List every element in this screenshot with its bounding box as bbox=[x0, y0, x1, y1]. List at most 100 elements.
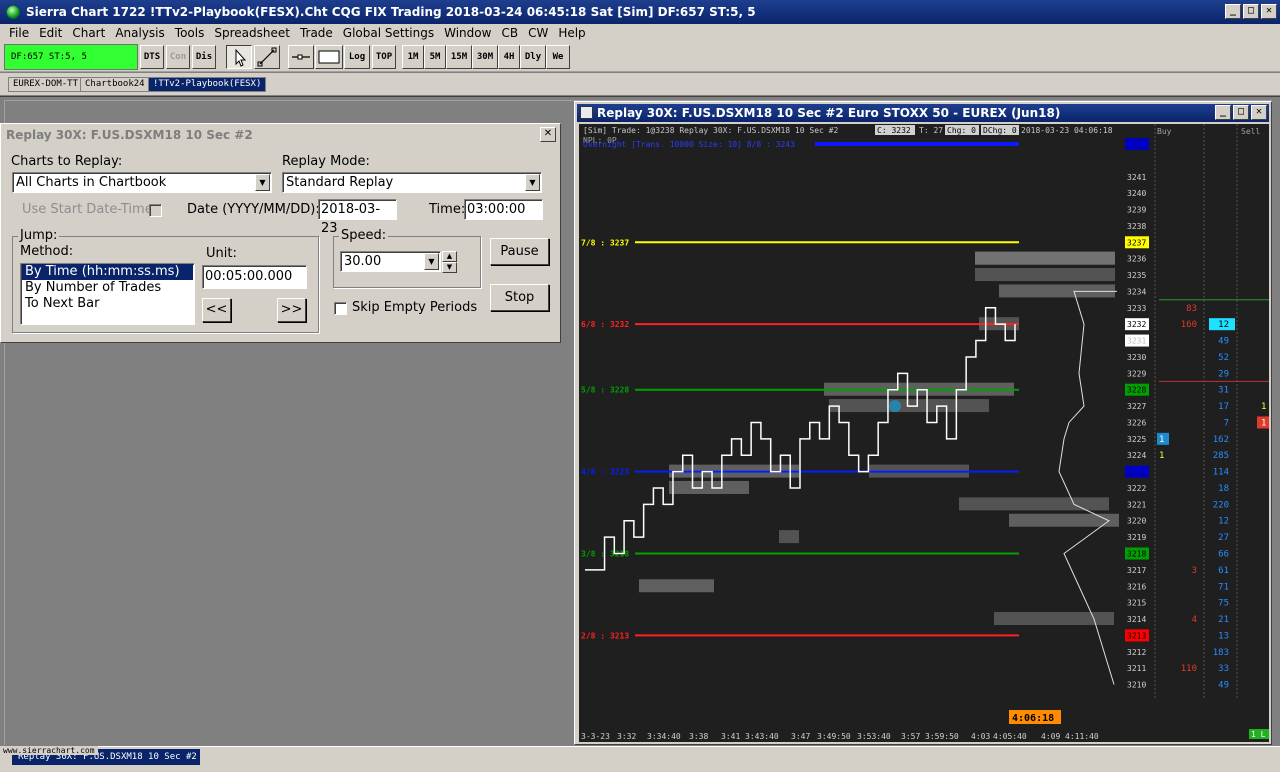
jump-method-list[interactable]: By Time (hh:mm:ss.ms) By Number of Trade… bbox=[20, 263, 195, 325]
sierrachart-watermark: www.sierrachart.com bbox=[0, 746, 98, 755]
profile-band bbox=[959, 497, 1109, 511]
price-scale-label: 3230 bbox=[1127, 353, 1146, 362]
dom-ask-size: 4 bbox=[1192, 615, 1197, 625]
horizontal-line-tool-button[interactable] bbox=[288, 45, 314, 69]
profile-band bbox=[779, 530, 799, 544]
menu-global-settings[interactable]: Global Settings bbox=[338, 26, 439, 40]
chart-window-title-bar: Replay 30X: F.US.DSXM18 10 Sec #2 Euro S… bbox=[577, 104, 1269, 122]
method-by-time[interactable]: By Time (hh:mm:ss.ms) bbox=[22, 264, 193, 280]
chartbook-tab-eurex-dom[interactable]: EUREX-DOM-TT bbox=[8, 77, 84, 92]
dom-bid-size: 1 bbox=[1159, 435, 1164, 445]
price-scale-label: 3210 bbox=[1127, 681, 1146, 690]
dom-volume: 12 bbox=[1218, 517, 1229, 527]
dom-sell-size: 1 bbox=[1261, 402, 1266, 412]
cursor-arrow-icon bbox=[235, 48, 247, 67]
dom-volume: 29 bbox=[1218, 369, 1229, 379]
charts-to-replay-select[interactable]: All Charts in Chartbook ▼ bbox=[12, 172, 272, 193]
trade-marker bbox=[889, 400, 901, 413]
menu-cb[interactable]: CB bbox=[496, 26, 523, 40]
timeframe-15m-button[interactable]: 15M bbox=[446, 45, 472, 69]
pointer-tool-button[interactable] bbox=[226, 45, 252, 69]
stop-button[interactable]: Stop bbox=[490, 284, 549, 311]
close-button[interactable]: ✕ bbox=[1261, 4, 1277, 19]
chart-maximize-button[interactable]: □ bbox=[1233, 105, 1249, 120]
x-axis-label: 3:59:50 bbox=[925, 732, 959, 741]
top-button[interactable]: TOP bbox=[372, 45, 396, 69]
jump-back-button[interactable]: << bbox=[202, 298, 231, 322]
rectangle-icon bbox=[318, 50, 340, 64]
pl-indicator: 1 L bbox=[1251, 730, 1266, 739]
chartbook-tab-chartbook24[interactable]: Chartbook24 bbox=[80, 77, 150, 92]
log-scale-button[interactable]: Log bbox=[344, 45, 370, 69]
menu-file[interactable]: File bbox=[4, 26, 34, 40]
time-input[interactable]: 03:00:00 bbox=[464, 199, 543, 220]
timeframe-daily-button[interactable]: Dly bbox=[520, 45, 546, 69]
dts-button[interactable]: DTS bbox=[140, 45, 164, 69]
connect-button[interactable]: Con bbox=[166, 45, 190, 69]
menu-tools[interactable]: Tools bbox=[170, 26, 210, 40]
price-scale-label: 3223 bbox=[1127, 468, 1146, 477]
timeframe-5m-button[interactable]: 5M bbox=[424, 45, 446, 69]
date-input[interactable]: 2018-03-23 bbox=[318, 199, 397, 236]
line-tool-button[interactable] bbox=[254, 45, 280, 69]
menu-cw[interactable]: CW bbox=[523, 26, 553, 40]
method-next-bar[interactable]: To Next Bar bbox=[22, 296, 193, 312]
menu-help[interactable]: Help bbox=[553, 26, 590, 40]
maximize-button[interactable]: □ bbox=[1243, 4, 1259, 19]
price-scale-label: 3216 bbox=[1127, 582, 1146, 591]
info-dchg: DChg: 0 bbox=[983, 126, 1017, 135]
skip-empty-periods-checkbox[interactable] bbox=[334, 302, 347, 315]
chart-area[interactable]: [Sim] Trade: 1@3238 Replay 30X: F.US.DSX… bbox=[579, 124, 1269, 742]
dom-volume: 21 bbox=[1218, 615, 1229, 625]
info-bar-text: [Sim] Trade: 1@3238 Replay 30X: F.US.DSX… bbox=[583, 126, 838, 135]
x-axis-label: 4:11:40 bbox=[1065, 732, 1099, 741]
chart-minimize-button[interactable]: _ bbox=[1215, 105, 1231, 120]
timeframe-weekly-button[interactable]: We bbox=[546, 45, 570, 69]
menu-chart[interactable]: Chart bbox=[67, 26, 110, 40]
timeframe-30m-button[interactable]: 30M bbox=[472, 45, 498, 69]
price-chart[interactable]: [Sim] Trade: 1@3238 Replay 30X: F.US.DSX… bbox=[579, 124, 1269, 742]
pause-button[interactable]: Pause bbox=[490, 238, 549, 265]
menu-analysis[interactable]: Analysis bbox=[110, 26, 169, 40]
menu-trade[interactable]: Trade bbox=[295, 26, 338, 40]
current-time-label: 4:06:18 bbox=[1012, 713, 1054, 724]
disconnect-button[interactable]: Dis bbox=[192, 45, 216, 69]
minimize-button[interactable]: _ bbox=[1225, 4, 1241, 19]
horizontal-line-icon bbox=[292, 54, 310, 60]
price-scale-label: 3226 bbox=[1127, 418, 1146, 427]
menu-edit[interactable]: Edit bbox=[34, 26, 67, 40]
x-axis-label: 3:38 bbox=[689, 732, 708, 741]
price-scale-label: 3236 bbox=[1127, 255, 1146, 264]
chart-close-button[interactable]: ✕ bbox=[1251, 105, 1267, 120]
speed-up-button[interactable]: ▲ bbox=[442, 251, 457, 262]
chartbook-tab-bar: EUREX-DOM-TT Chartbook24 !TTv2-Playbook(… bbox=[0, 73, 1280, 95]
menu-spreadsheet[interactable]: Spreadsheet bbox=[209, 26, 295, 40]
line-drawing-icon bbox=[257, 47, 277, 67]
chartbook-tab-playbook[interactable]: !TTv2-Playbook(FESX) bbox=[148, 77, 267, 92]
jump-forward-button[interactable]: >> bbox=[277, 298, 306, 322]
timeframe-1m-button[interactable]: 1M bbox=[402, 45, 424, 69]
dom-volume: 285 bbox=[1213, 451, 1229, 461]
speed-down-button[interactable]: ▼ bbox=[442, 262, 457, 273]
price-scale-label: 3220 bbox=[1127, 517, 1146, 526]
x-axis-label: 3:34:40 bbox=[647, 732, 681, 741]
price-scale-label: 3239 bbox=[1127, 206, 1146, 215]
chevron-down-icon[interactable]: ▼ bbox=[525, 174, 540, 191]
timeframe-4h-button[interactable]: 4H bbox=[498, 45, 520, 69]
menu-window[interactable]: Window bbox=[439, 26, 496, 40]
method-by-trades[interactable]: By Number of Trades bbox=[22, 280, 193, 296]
chevron-down-icon[interactable]: ▼ bbox=[255, 174, 270, 191]
price-scale-label: 3241 bbox=[1127, 173, 1146, 182]
unit-input[interactable]: 00:05:00.000 bbox=[202, 265, 307, 289]
speed-select[interactable]: 30.00 ▼ bbox=[340, 251, 441, 272]
x-axis-label: 3:41 bbox=[721, 732, 740, 741]
price-scale-label: 3217 bbox=[1127, 566, 1146, 575]
replay-dialog-close-button[interactable]: ✕ bbox=[540, 127, 556, 142]
use-start-datetime-checkbox[interactable] bbox=[149, 204, 162, 217]
rectangle-tool-button[interactable] bbox=[315, 45, 343, 69]
chevron-down-icon[interactable]: ▼ bbox=[424, 253, 439, 270]
volume-profile-outline bbox=[1058, 290, 1117, 685]
profile-band bbox=[669, 480, 749, 494]
replay-mode-select[interactable]: Standard Replay ▼ bbox=[282, 172, 542, 193]
dom-volume: 31 bbox=[1218, 386, 1229, 396]
